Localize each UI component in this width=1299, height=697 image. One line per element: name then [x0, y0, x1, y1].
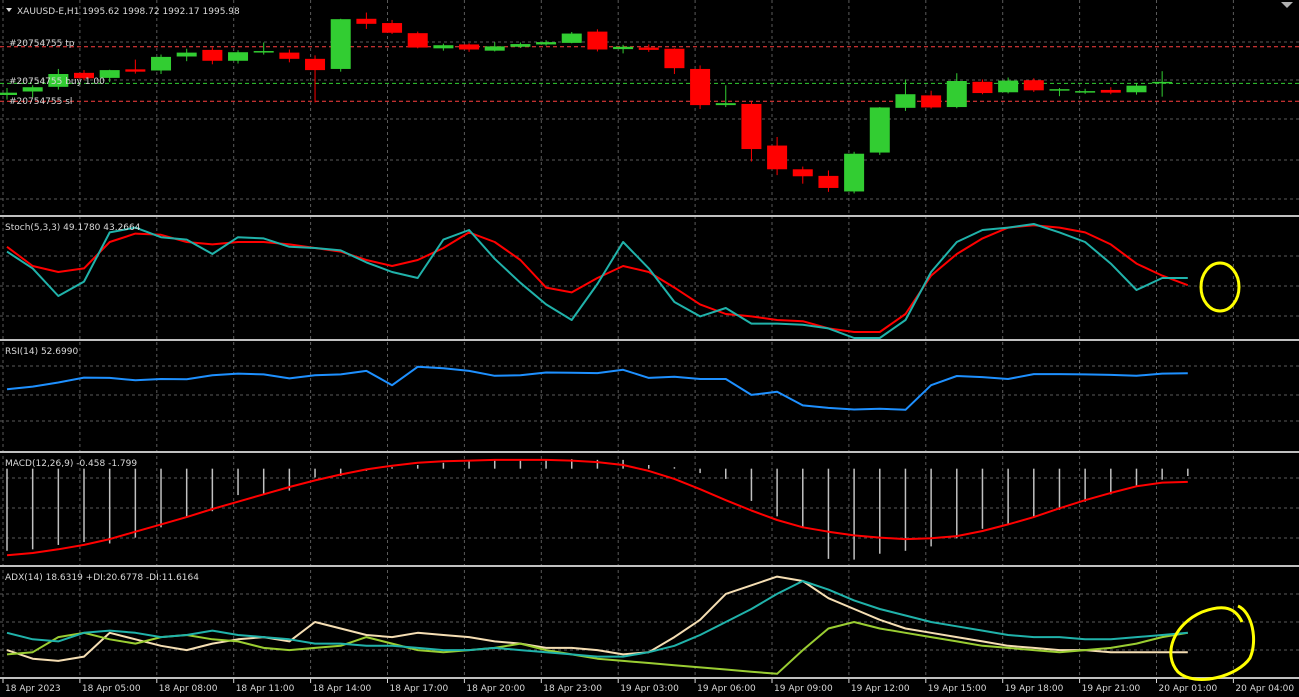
adx-label: ADX(14) 18.6319 +DI:20.6778 -DI:11.6164 — [5, 573, 199, 583]
candle-body — [407, 33, 428, 48]
candle-body — [895, 94, 916, 108]
pane-separator[interactable] — [0, 339, 1299, 341]
candle-body — [818, 175, 839, 188]
candle-body — [664, 48, 685, 69]
candle-body — [613, 46, 634, 50]
candle-body — [741, 103, 762, 150]
candle-body — [767, 145, 788, 170]
entry-line-label: #20754755 buy 1.00 — [9, 77, 105, 87]
candle-body — [279, 52, 300, 59]
candle-body — [176, 52, 197, 57]
time-tick-label: 18 Apr 20:00 — [466, 684, 525, 694]
candle-body — [228, 52, 249, 61]
time-tick-label: 18 Apr 2023 — [5, 684, 61, 694]
symbol-header: XAUUSD-E,H1 1995.62 1998.72 1992.17 1995… — [17, 7, 240, 17]
time-tick-label: 19 Apr 09:00 — [774, 684, 833, 694]
time-tick-label: 19 Apr 12:00 — [851, 684, 910, 694]
time-tick-label: 20 Apr 01:00 — [1159, 684, 1218, 694]
stochastic-label: Stoch(5,3,3) 49.1780 43.2664 — [5, 223, 141, 233]
time-tick-label: 18 Apr 17:00 — [390, 684, 449, 694]
time-tick-label: 19 Apr 21:00 — [1082, 684, 1141, 694]
candle-body — [253, 51, 274, 53]
candle-body — [1100, 89, 1121, 93]
time-tick-label: 19 Apr 06:00 — [697, 684, 756, 694]
pane-separator[interactable] — [0, 451, 1299, 453]
candle[interactable] — [690, 65, 711, 109]
candle-body — [125, 69, 146, 72]
candle-body — [151, 56, 172, 71]
time-tick-label: 18 Apr 14:00 — [313, 684, 372, 694]
chart-background — [0, 0, 1299, 697]
candle[interactable] — [869, 107, 890, 155]
time-tick-label: 19 Apr 18:00 — [1005, 684, 1064, 694]
candle-body — [510, 44, 531, 47]
candle[interactable] — [1023, 78, 1044, 92]
candle-body — [844, 153, 865, 192]
candle-body — [972, 81, 993, 94]
time-tick-label: 18 Apr 11:00 — [236, 684, 295, 694]
candle-body — [22, 87, 43, 92]
time-tick-label: 18 Apr 23:00 — [543, 684, 602, 694]
candle-body — [484, 46, 505, 51]
candle-body — [382, 23, 403, 33]
candle-body — [356, 18, 377, 24]
candle-body — [1152, 81, 1173, 84]
candle-body — [202, 49, 223, 61]
candle[interactable] — [587, 29, 608, 52]
candle-body — [1075, 91, 1096, 93]
pane-separator[interactable] — [0, 215, 1299, 217]
candle-body — [690, 68, 711, 106]
time-tick-label: 19 Apr 03:00 — [620, 684, 679, 694]
candle-body — [305, 58, 326, 71]
pane-separator[interactable] — [0, 565, 1299, 567]
candle-body — [1126, 85, 1147, 93]
candle-body — [433, 45, 454, 49]
macd-label: MACD(12,26,9) -0.458 -1.799 — [5, 459, 137, 469]
candle-body — [1049, 89, 1070, 91]
candle-body — [561, 33, 582, 43]
candle-body — [1023, 80, 1044, 91]
candle-body — [792, 169, 813, 177]
candle[interactable] — [407, 31, 428, 49]
pane-separator[interactable] — [0, 677, 1299, 679]
time-tick-label: 18 Apr 08:00 — [159, 684, 218, 694]
candle-body — [998, 80, 1019, 93]
candle-body — [330, 19, 351, 69]
time-tick-label: 18 Apr 05:00 — [82, 684, 141, 694]
trading-chart[interactable]: #20754755 tp #20754755 buy 1.00 #2075475… — [0, 0, 1299, 697]
candle-body — [459, 44, 480, 50]
time-tick-label: 20 Apr 04:00 — [1235, 684, 1294, 694]
candle[interactable] — [844, 151, 865, 194]
candle[interactable] — [561, 32, 582, 44]
rsi-label: RSI(14) 52.6990 — [5, 347, 78, 357]
candle-body — [715, 103, 736, 106]
tp-line-label: #20754755 tp — [9, 39, 75, 49]
candle-body — [0, 92, 17, 95]
candle-body — [587, 31, 608, 50]
candle-body — [946, 81, 967, 108]
time-tick-label: 19 Apr 15:00 — [928, 684, 987, 694]
candle[interactable] — [330, 18, 351, 72]
candle-body — [536, 42, 557, 45]
candle-body — [921, 95, 942, 108]
candle-body — [638, 47, 659, 50]
candle-body — [869, 107, 890, 153]
sl-line-label: #20754755 sl — [9, 97, 72, 107]
